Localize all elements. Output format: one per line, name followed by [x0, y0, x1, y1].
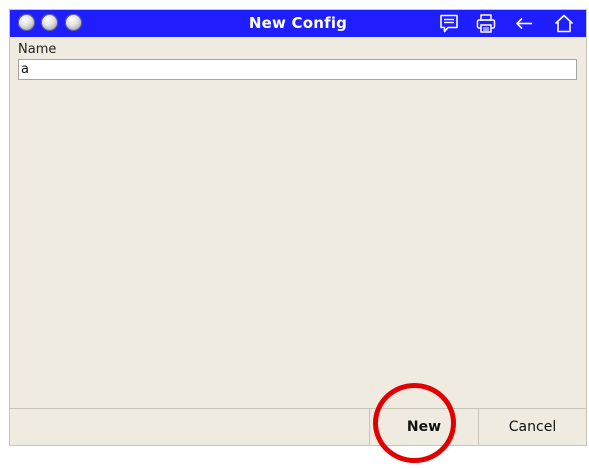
name-input[interactable] — [18, 59, 577, 80]
name-label: Name — [18, 42, 57, 57]
print-icon[interactable] — [475, 13, 497, 34]
button-bar: New Cancel — [10, 408, 586, 445]
window-title: New Config — [248, 14, 348, 32]
comment-icon[interactable] — [438, 13, 460, 34]
new-config-window: New Config Name a New Cancel — [9, 9, 587, 446]
new-button[interactable]: New — [369, 409, 478, 445]
back-arrow-icon[interactable] — [513, 13, 535, 34]
home-icon[interactable] — [553, 13, 575, 34]
cancel-button[interactable]: Cancel — [478, 409, 586, 445]
status-area — [10, 409, 369, 445]
title-bar: New Config — [10, 10, 586, 37]
